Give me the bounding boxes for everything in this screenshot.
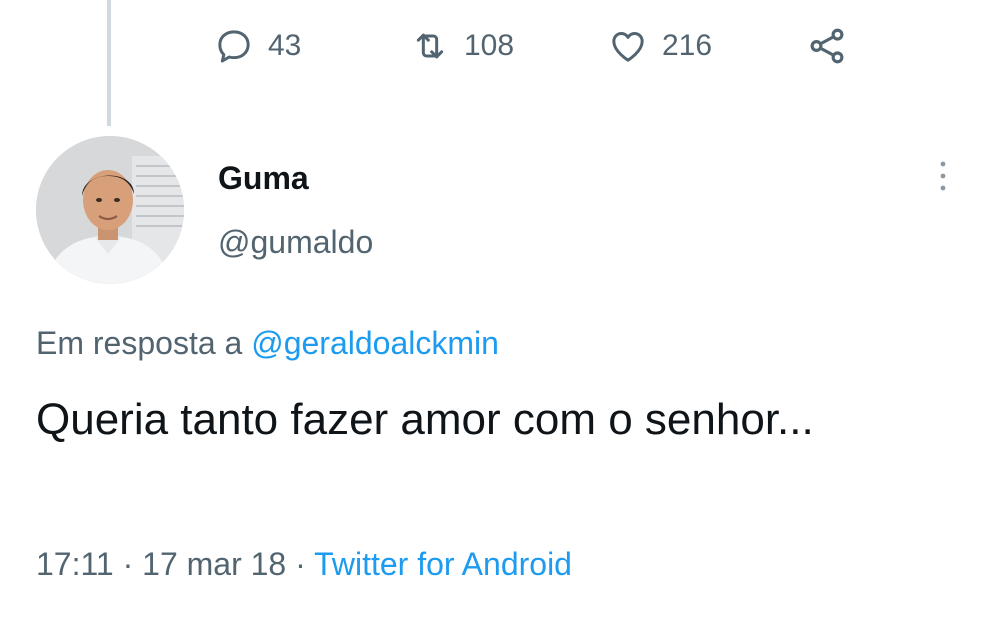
like-count: 216 — [662, 29, 713, 62]
tweet-time[interactable]: 17:11 — [36, 546, 114, 582]
thread-connector-line — [107, 0, 111, 126]
retweet-button[interactable]: 108 — [410, 22, 514, 70]
meta-separator: · — [286, 546, 315, 582]
reply-count: 43 — [268, 29, 302, 62]
avatar[interactable] — [36, 136, 184, 284]
reply-context: Em resposta a @geraldoalckmin — [36, 325, 499, 362]
reply-button[interactable]: 43 — [214, 22, 301, 70]
tweet-text: Queria tanto fazer amor com o senhor... — [36, 395, 814, 444]
more-vertical-icon — [938, 158, 948, 199]
author-name[interactable]: Guma — [218, 160, 309, 197]
reply-icon — [214, 26, 254, 66]
tweet-metadata: 17:11 · 17 mar 18 · Twitter for Android — [36, 546, 572, 583]
reply-prefix: Em resposta a — [36, 325, 252, 361]
share-icon — [806, 25, 848, 67]
retweet-icon — [410, 26, 450, 66]
like-button[interactable]: 216 — [608, 22, 712, 70]
tweet-date[interactable]: 17 mar 18 — [142, 546, 286, 582]
share-button[interactable] — [806, 22, 848, 70]
retweet-count: 108 — [464, 29, 515, 62]
author-handle[interactable]: @gumaldo — [218, 224, 373, 261]
meta-separator: · — [113, 546, 143, 582]
heart-icon — [608, 26, 648, 66]
reply-mention-link[interactable]: @geraldoalckmin — [251, 325, 499, 361]
more-options-button[interactable] — [928, 158, 958, 198]
tweet-source-link[interactable]: Twitter for Android — [314, 546, 572, 582]
